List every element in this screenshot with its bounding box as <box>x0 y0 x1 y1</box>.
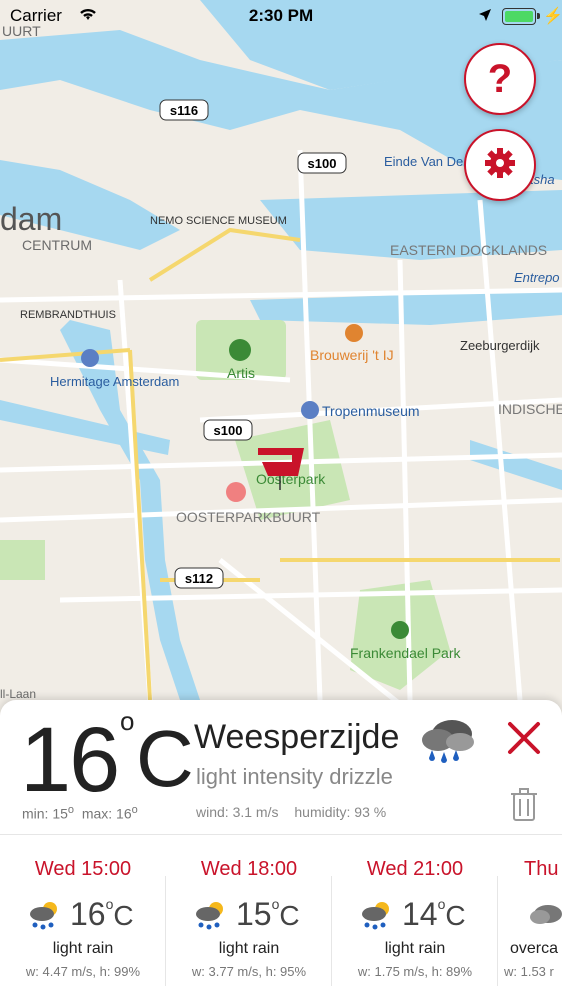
forecast-condition: light rain <box>384 940 446 957</box>
temperature-unit: C <box>136 714 194 803</box>
forecast-item: Wed 15:00 16oC light rain w: 4.47 m/s, h… <box>0 846 166 996</box>
divider <box>0 834 562 835</box>
weather-panel: 16 o C min: 15o max: 16o Weesperzijde li… <box>0 700 562 1000</box>
close-button[interactable] <box>506 720 542 756</box>
map-label: Entrepo <box>514 270 560 285</box>
cloud-rain-icon <box>416 716 484 771</box>
forecast-condition: overca <box>510 940 559 957</box>
map-label: Brouwerij 't IJ <box>310 347 394 363</box>
map-label: Frankendael Park <box>350 645 462 661</box>
map-label: dam <box>0 201 62 237</box>
forecast-wind-humidity: w: 4.47 m/s, h: 99% <box>25 964 141 979</box>
forecast-temp: 16oC <box>70 896 134 932</box>
map-label: NEMO SCIENCE MUSEUM <box>150 215 287 227</box>
map-label: Tropenmuseum <box>322 403 420 419</box>
map-label: ll-Laan <box>0 687 36 701</box>
battery-icon <box>502 8 540 25</box>
forecast-wind-humidity: w: 1.53 r <box>504 964 554 979</box>
map-label: CENTRUM <box>22 237 92 253</box>
forecast-item: Thu overca w: 1.53 r <box>498 846 562 996</box>
degree-symbol: o <box>120 706 135 736</box>
status-bar: Carrier 2:30 PM ⚡ <box>0 0 562 34</box>
forecast-temp: 14oC <box>402 896 466 932</box>
map-label: EASTERN DOCKLANDS <box>390 242 547 258</box>
city-name: Weesperzijde <box>194 718 400 756</box>
settings-button[interactable] <box>464 129 536 201</box>
map-label: INDISCHE BUURT <box>498 401 562 417</box>
max-temp: max: 16 <box>81 805 132 822</box>
weather-description: light intensity drizzle <box>196 764 393 789</box>
map-label: REMBRANDTHUIS <box>20 309 116 321</box>
close-icon <box>508 722 540 754</box>
charging-icon: ⚡ <box>543 8 562 25</box>
wind: wind: 3.1 m/s <box>196 804 279 820</box>
min-temp: min: 15 <box>22 805 68 822</box>
current-temperature: 16 <box>20 709 120 811</box>
wind-humidity: wind: 3.1 m/s humidity: 93 % <box>196 804 398 820</box>
road-shield: s100 <box>308 156 337 171</box>
sun-cloud-rain-icon <box>358 898 396 937</box>
humidity: humidity: 93 % <box>294 804 387 820</box>
map-label: Zeeburgerdijk <box>460 338 540 353</box>
forecast-time: Wed 15:00 <box>34 858 132 880</box>
road-shield: s100 <box>214 423 243 438</box>
forecast-temp: 15oC <box>236 896 300 932</box>
map-label: Hermitage Amsterdam <box>50 374 179 389</box>
help-button[interactable]: ? <box>464 43 536 115</box>
forecast-time: Thu <box>524 858 559 880</box>
forecast-condition: light rain <box>52 940 114 957</box>
sun-cloud-rain-icon <box>192 898 230 937</box>
forecast-wind-humidity: w: 3.77 m/s, h: 95% <box>191 964 307 979</box>
forecast-list[interactable]: Wed 15:00 16oC light rain w: 4.47 m/s, h… <box>0 846 562 996</box>
map-label: OOSTERPARKBUURT <box>176 509 321 525</box>
map-label: Artis <box>227 365 255 381</box>
forecast-item: Wed 21:00 14oC light rain w: 1.75 m/s, h… <box>332 846 498 996</box>
gear-icon <box>483 146 517 185</box>
forecast-time: Wed 18:00 <box>200 858 298 880</box>
road-shield: s116 <box>170 103 198 118</box>
sun-cloud-rain-icon <box>26 898 64 937</box>
trash-icon <box>511 788 537 821</box>
forecast-time: Wed 21:00 <box>366 858 464 880</box>
forecast-item: Wed 18:00 15oC light rain w: 3.77 m/s, h… <box>166 846 332 996</box>
forecast-wind-humidity: w: 1.75 m/s, h: 89% <box>357 964 473 979</box>
forecast-condition: light rain <box>218 940 280 957</box>
question-icon: ? <box>487 56 513 101</box>
min-max: min: 15o max: 16o <box>22 804 138 822</box>
location-arrow-icon <box>478 7 492 27</box>
cloud-icon <box>528 898 562 933</box>
delete-button[interactable] <box>510 788 538 827</box>
road-shield: s112 <box>185 571 213 586</box>
